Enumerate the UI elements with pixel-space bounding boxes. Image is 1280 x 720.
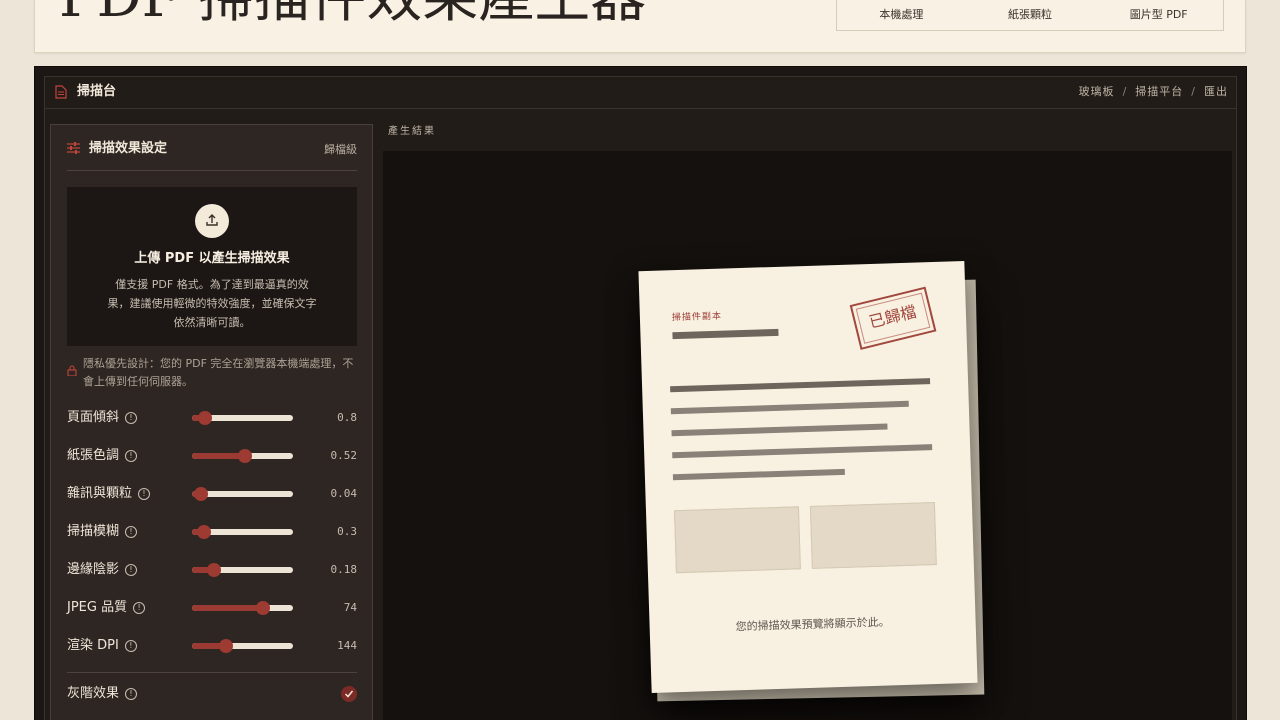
slider-label: 雜訊與顆粒! [67, 484, 151, 504]
slider-label: 掃描模糊! [67, 522, 138, 542]
info-icon[interactable]: ! [125, 412, 138, 424]
dpi-slider[interactable] [192, 639, 293, 653]
info-icon[interactable]: ! [124, 640, 137, 652]
info-icon[interactable]: ! [125, 688, 138, 700]
document-icon [55, 85, 67, 99]
slider-label: 頁面傾斜! [67, 408, 138, 428]
slider-thumb[interactable] [194, 487, 209, 501]
info-icon[interactable]: ! [138, 488, 151, 500]
settings-title: 掃描效果設定 [89, 141, 168, 156]
jpeg-quality-slider[interactable] [192, 601, 293, 615]
upload-button[interactable] [195, 204, 229, 238]
slider-value: 0.8 [337, 411, 357, 424]
slider-thumb[interactable] [237, 449, 252, 463]
workspace-topbar: 掃描台 玻璃板 / 掃描平台 / 匯出 [45, 77, 1236, 109]
breadcrumb-glass[interactable]: 玻璃板 [1079, 85, 1115, 98]
divider [67, 672, 357, 673]
slider-thumb[interactable] [255, 601, 270, 615]
sliders-icon [67, 142, 80, 154]
result-preview: 掃描件副本 已歸檔 您的掃描效果預覽將顯示於此。 [383, 151, 1232, 720]
breadcrumb: 玻璃板 / 掃描平台 / 匯出 [1079, 77, 1228, 107]
preview-message: 您的掃描效果預覽將顯示於此。 [735, 615, 890, 634]
slider-row-jpeg: JPEG 品質! 74 [67, 598, 357, 618]
archived-stamp: 已歸檔 [849, 286, 937, 350]
placeholder-box [809, 502, 937, 569]
slider-row-noise: 雜訊與顆粒! 0.04 [67, 484, 357, 504]
noise-slider[interactable] [192, 487, 293, 501]
feature-image-pdf: 圖片型 PDF [1129, 8, 1188, 21]
header-card: PDF 掃描件效果產生器 本機處理 紙張顆粒 圖片型 PDF [34, 0, 1246, 53]
text-line [672, 444, 933, 459]
feature-list: 本機處理 紙張顆粒 圖片型 PDF [836, 0, 1224, 31]
check-icon [344, 690, 354, 698]
feature-grain: 紙張顆粒 [1008, 8, 1052, 21]
slider-row-blur: 掃描模糊! 0.3 [67, 522, 357, 542]
privacy-note: 隱私優先設計：您的 PDF 完全在瀏覽器本機端處理，不會上傳到任何伺服器。 [67, 355, 357, 391]
text-line [671, 423, 888, 437]
slider-thumb[interactable] [198, 411, 213, 425]
grayscale-label: 灰階效果! [67, 684, 138, 704]
info-icon[interactable]: ! [125, 564, 138, 576]
scanner-frame: 掃描台 玻璃板 / 掃描平台 / 匯出 掃描效果設定 歸檔級 上傳 PDF 以產… [34, 66, 1247, 720]
info-icon[interactable]: ! [133, 602, 146, 614]
upload-title: 上傳 PDF 以產生掃描效果 [134, 251, 290, 266]
slider-row-tilt: 頁面傾斜! 0.8 [67, 408, 357, 428]
breadcrumb-separator: / [1191, 85, 1196, 98]
text-line [672, 328, 779, 340]
workspace-title: 掃描台 [77, 84, 117, 99]
slider-value: 0.04 [330, 487, 358, 500]
paper-tag: 掃描件副本 [671, 311, 723, 324]
slider-value: 0.18 [330, 563, 358, 576]
settings-panel: 掃描效果設定 歸檔級 上傳 PDF 以產生掃描效果 僅支援 PDF 格式。為了達… [50, 124, 373, 720]
breadcrumb-export[interactable]: 匯出 [1204, 85, 1228, 98]
lock-icon [67, 365, 77, 376]
upload-dropzone[interactable]: 上傳 PDF 以產生掃描效果 僅支援 PDF 格式。為了達到最逼真的效果，建議使… [67, 187, 357, 346]
blur-slider[interactable] [192, 525, 293, 539]
paper-tone-slider[interactable] [192, 449, 293, 463]
slider-row-dpi: 渲染 DPI! 144 [67, 636, 357, 656]
privacy-text: 隱私優先設計：您的 PDF 完全在瀏覽器本機端處理，不會上傳到任何伺服器。 [83, 357, 354, 388]
upload-description: 僅支援 PDF 格式。為了達到最逼真的效果，建議使用輕微的特效強度，並確保文字依… [107, 278, 317, 329]
settings-header: 掃描效果設定 歸檔級 [67, 125, 357, 171]
upload-icon [206, 214, 218, 226]
scanner-workspace: 掃描台 玻璃板 / 掃描平台 / 匯出 掃描效果設定 歸檔級 上傳 PDF 以產… [44, 76, 1237, 720]
slider-thumb[interactable] [219, 639, 234, 653]
slider-value: 0.3 [337, 525, 357, 538]
slider-row-vignette: 邊緣陰影! 0.18 [67, 560, 357, 580]
preview-paper: 掃描件副本 已歸檔 您的掃描效果預覽將顯示於此。 [638, 260, 978, 694]
text-line [670, 378, 931, 393]
grayscale-row: 灰階效果! [67, 684, 357, 704]
slider-thumb[interactable] [197, 525, 212, 539]
result-label: 產生結果 [388, 126, 436, 137]
grayscale-checkbox[interactable] [341, 686, 357, 702]
slider-value: 74 [343, 601, 357, 614]
breadcrumb-platform[interactable]: 掃描平台 [1135, 85, 1183, 98]
tilt-slider[interactable] [192, 411, 293, 425]
text-line [670, 400, 909, 415]
edge-shadow-slider[interactable] [192, 563, 293, 577]
text-line [672, 468, 845, 481]
info-icon[interactable]: ! [125, 450, 138, 462]
slider-value: 0.52 [330, 449, 358, 462]
placeholder-box [673, 506, 801, 574]
slider-value: 144 [337, 639, 357, 652]
slider-row-tone: 紙張色調! 0.52 [67, 446, 357, 466]
feature-local: 本機處理 [879, 8, 924, 21]
archive-level-badge: 歸檔級 [324, 143, 357, 156]
breadcrumb-separator: / [1122, 85, 1128, 98]
app-title: PDF 掃描件效果產生器 [59, 0, 646, 26]
slider-label: 紙張色調! [67, 446, 138, 466]
slider-label: 渲染 DPI! [67, 636, 137, 656]
slider-thumb[interactable] [207, 563, 222, 577]
info-icon[interactable]: ! [125, 526, 138, 538]
slider-label: 邊緣陰影! [67, 560, 138, 580]
slider-label: JPEG 品質! [67, 598, 146, 618]
